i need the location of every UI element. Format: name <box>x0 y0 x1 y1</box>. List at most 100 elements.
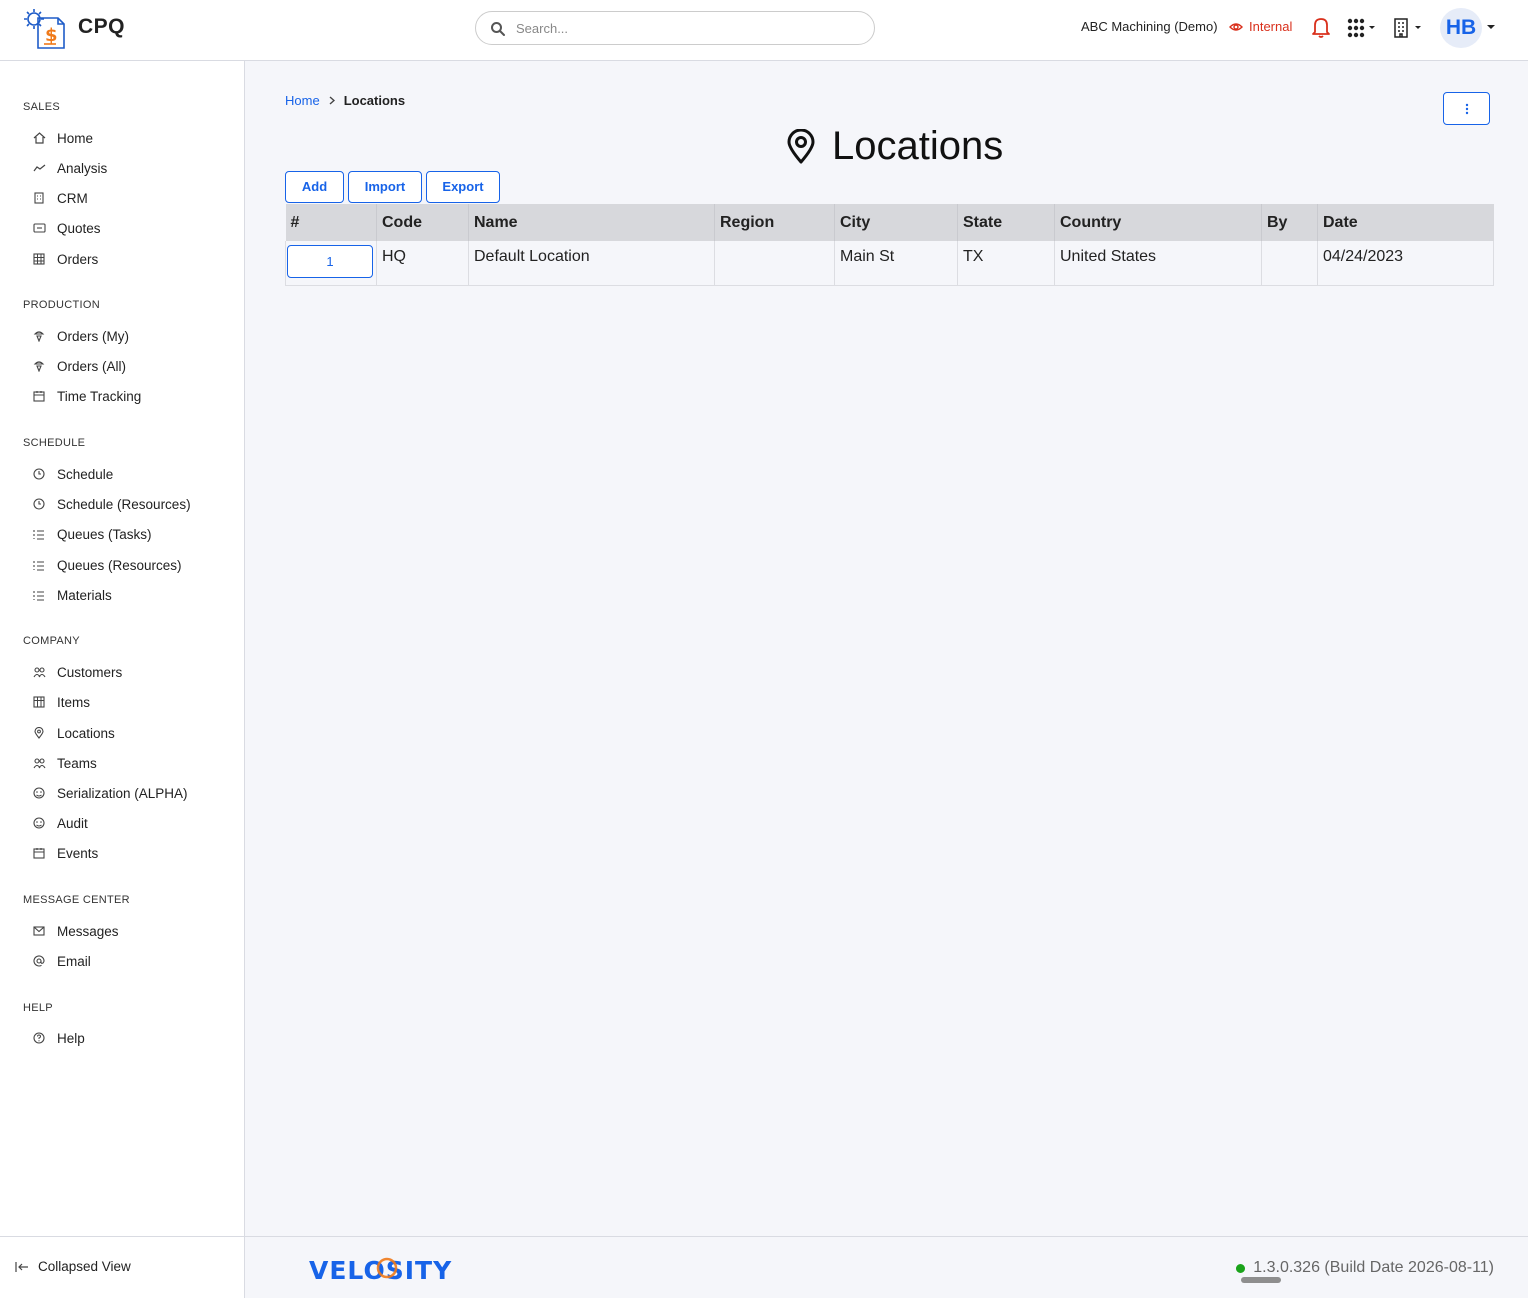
sidebar-item-label: Orders <box>57 251 99 267</box>
app-title[interactable]: CPQ <box>78 15 125 39</box>
sidebar-item-label: Customers <box>57 664 123 680</box>
table-row: 1 HQ Default Location Main St TX United … <box>285 241 1494 286</box>
sidebar-item-analysis[interactable]: Analysis <box>30 157 107 179</box>
breadcrumb-home-link[interactable]: Home <box>285 93 320 108</box>
scroll-handle[interactable] <box>1241 1277 1281 1283</box>
sidebar-item-label: Events <box>57 845 99 861</box>
user-avatar[interactable]: HB <box>1440 8 1482 48</box>
column-header-number[interactable]: # <box>285 204 377 241</box>
collapsed-view-button[interactable]: Collapsed View <box>15 1259 131 1274</box>
sidebar-item-locations[interactable]: Locations <box>30 722 115 744</box>
column-header-state[interactable]: State <box>957 204 1055 241</box>
company-name[interactable]: ABC Machining (Demo) <box>1081 19 1218 34</box>
cpq-logo-icon[interactable]: $ <box>22 7 68 51</box>
sidebar-item-crm[interactable]: CRM <box>30 187 88 209</box>
sidebar-item-orders[interactable]: Orders <box>30 248 98 270</box>
cell-code: HQ <box>376 241 469 286</box>
column-header-city[interactable]: City <box>834 204 958 241</box>
sidebar-item-serialization[interactable]: Serialization (ALPHA) <box>30 782 188 804</box>
sidebar-item-time-tracking[interactable]: Time Tracking <box>30 385 141 407</box>
sidebar-item-label: Orders (All) <box>57 358 127 374</box>
face-icon <box>30 816 48 830</box>
sidebar-item-orders-all[interactable]: Orders (All) <box>30 355 126 377</box>
sidebar-item-label: CRM <box>57 190 88 206</box>
sidebar-item-items[interactable]: Items <box>30 691 90 713</box>
sidebar-item-label: Analysis <box>57 160 108 176</box>
sidebar-item-quotes[interactable]: Quotes <box>30 217 101 239</box>
sidebar-item-label: Teams <box>57 755 97 771</box>
column-header-region[interactable]: Region <box>714 204 835 241</box>
velosity-logo[interactable]: VELOSITY <box>309 1255 479 1283</box>
face-icon <box>30 786 48 800</box>
sidebar: SALES Home Analysis CRM Quotes Orders PR… <box>0 61 245 1236</box>
sidebar-item-messages[interactable]: Messages <box>30 920 119 942</box>
sidebar-item-label: Messages <box>57 923 119 939</box>
sidebar-item-label: Serialization (ALPHA) <box>57 785 188 801</box>
breadcrumb-current: Locations <box>343 93 406 108</box>
top-bar: $ CPQ ABC Machining (Demo) Internal <box>0 0 1528 61</box>
list-icon <box>30 588 48 602</box>
search-icon <box>491 22 505 36</box>
envelope-icon <box>30 924 48 938</box>
organization-building-icon[interactable] <box>1393 17 1425 39</box>
row-open-button[interactable]: 1 <box>287 245 373 278</box>
sidebar-item-events[interactable]: Events <box>30 842 98 864</box>
cell-date: 04/24/2023 <box>1317 241 1494 286</box>
column-header-country[interactable]: Country <box>1054 204 1262 241</box>
sidebar-item-queues-resources[interactable]: Queues (Resources) <box>30 554 182 576</box>
sidebar-section-schedule: SCHEDULE <box>23 437 86 449</box>
import-button[interactable]: Import <box>348 171 422 203</box>
internal-mode-label: Internal <box>1249 19 1293 34</box>
customers-icon <box>30 665 48 679</box>
search-input[interactable] <box>516 18 856 38</box>
table-header-row: # Code Name Region City State Country By… <box>285 204 1494 241</box>
cell-state: TX <box>957 241 1055 286</box>
apps-grid-icon[interactable] <box>1347 18 1379 38</box>
worker-icon <box>30 329 48 343</box>
sidebar-item-help[interactable]: Help <box>30 1027 85 1049</box>
internal-mode-toggle[interactable]: Internal <box>1229 19 1292 34</box>
column-header-date[interactable]: Date <box>1317 204 1494 241</box>
team-icon <box>30 756 48 770</box>
sidebar-section-production: PRODUCTION <box>23 299 100 311</box>
sidebar-item-label: Locations <box>57 725 115 741</box>
sidebar-item-label: Schedule <box>57 466 114 482</box>
column-header-code[interactable]: Code <box>376 204 469 241</box>
quote-icon <box>30 221 48 235</box>
home-icon <box>30 131 48 145</box>
sidebar-item-label: Orders (My) <box>57 328 129 344</box>
sidebar-item-email[interactable]: Email <box>30 950 91 972</box>
sidebar-item-audit[interactable]: Audit <box>30 812 88 834</box>
sidebar-item-materials[interactable]: Materials <box>30 584 112 606</box>
locations-table: # Code Name Region City State Country By… <box>285 204 1494 286</box>
sidebar-section-sales: SALES <box>23 101 60 113</box>
add-button[interactable]: Add <box>285 171 344 203</box>
sidebar-item-label: Queues (Resources) <box>57 557 182 573</box>
sidebar-item-label: Help <box>57 1030 85 1046</box>
column-header-by[interactable]: By <box>1261 204 1318 241</box>
worker-icon <box>30 359 48 373</box>
clock-icon <box>30 467 48 481</box>
chevron-down-icon[interactable] <box>1487 24 1495 30</box>
sidebar-item-schedule[interactable]: Schedule <box>30 463 113 485</box>
collapse-arrow-icon <box>15 1261 28 1272</box>
sidebar-item-queues-tasks[interactable]: Queues (Tasks) <box>30 523 152 545</box>
search-box[interactable] <box>475 11 875 45</box>
sidebar-item-customers[interactable]: Customers <box>30 661 122 683</box>
sidebar-item-schedule-resources[interactable]: Schedule (Resources) <box>30 493 191 515</box>
sidebar-section-company: COMPANY <box>23 635 80 647</box>
cell-name: Default Location <box>468 241 715 286</box>
sidebar-item-orders-my[interactable]: Orders (My) <box>30 325 129 347</box>
column-header-name[interactable]: Name <box>468 204 715 241</box>
sidebar-item-teams[interactable]: Teams <box>30 752 97 774</box>
cell-by <box>1261 241 1318 286</box>
version-info: 1.3.0.326 (Build Date 2026-08-11) <box>1236 1259 1494 1277</box>
sidebar-item-home[interactable]: Home <box>30 127 93 149</box>
cell-number: 1 <box>285 241 377 286</box>
more-options-button[interactable] <box>1443 92 1490 125</box>
export-button[interactable]: Export <box>426 171 500 203</box>
sidebar-item-label: Home <box>57 130 94 146</box>
notification-bell-icon[interactable] <box>1311 16 1331 38</box>
version-text: 1.3.0.326 (Build Date 2026-08-11) <box>1253 1259 1494 1276</box>
sidebar-item-label: Schedule (Resources) <box>57 496 191 512</box>
